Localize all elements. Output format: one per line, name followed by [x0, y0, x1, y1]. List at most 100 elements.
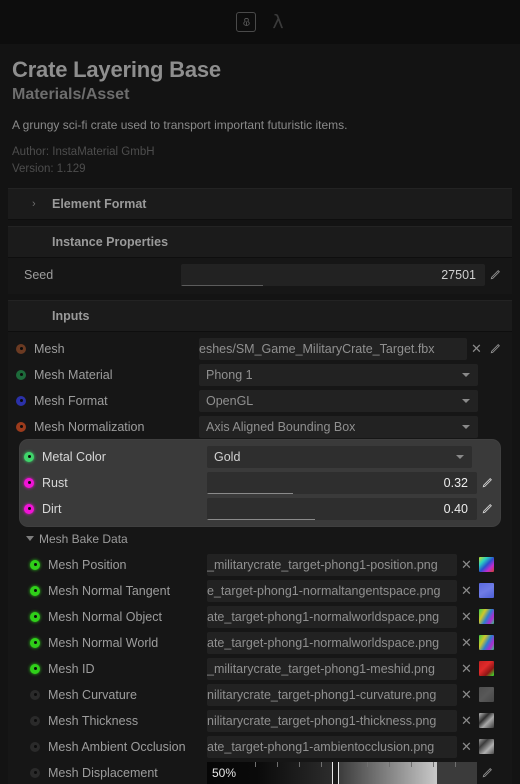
dirt-slider-fill: [207, 519, 315, 520]
rust-slider-field[interactable]: 0.32: [207, 472, 477, 494]
row-label-mesh-material: Mesh Material: [34, 368, 199, 382]
property-row-mesh-id: Mesh ID _militarycrate_target-phong1-mes…: [16, 656, 504, 682]
section-instance-properties[interactable]: ⱟ Instance Properties: [8, 226, 512, 258]
mesh-format-dropdown[interactable]: OpenGL: [199, 390, 478, 412]
chevron-down-icon: [456, 455, 464, 459]
gradient-ticks: [207, 762, 477, 767]
socket-dot-rust[interactable]: [24, 478, 34, 488]
socket-dot-mesh-curvature[interactable]: [30, 690, 40, 700]
socket-dot-dirt[interactable]: [24, 504, 34, 514]
socket-dot-mesh-displacement[interactable]: [30, 768, 40, 778]
property-row-dirt: Dirt 0.40: [20, 496, 500, 522]
chevron-down-icon: [462, 399, 470, 403]
socket-dot-mesh-normal-tangent[interactable]: [30, 586, 40, 596]
mesh-ao-row-actions: ✕: [461, 739, 504, 754]
gradient-handle[interactable]: [332, 762, 339, 784]
clear-icon[interactable]: ✕: [461, 688, 472, 701]
highlighted-property-group: Metal Color Gold Rust 0.32 Dirt 0.40: [20, 440, 500, 526]
property-row-mesh-displacement: Mesh Displacement 50%: [16, 760, 504, 784]
socket-dot-mesh-ambient-occlusion[interactable]: [30, 742, 40, 752]
normal-world-thumbnail[interactable]: [479, 635, 494, 650]
thickness-thumbnail[interactable]: [479, 713, 494, 728]
mesh-path-field[interactable]: eshes/SM_Game_MilitaryCrate_Target.fbx: [199, 338, 467, 360]
section-element-format[interactable]: › Element Format: [8, 188, 512, 220]
curvature-thumbnail[interactable]: [479, 687, 494, 702]
socket-dot-mesh-thickness[interactable]: [30, 716, 40, 726]
mesh-id-path-field[interactable]: _militarycrate_target-phong1-meshid.png: [207, 658, 457, 680]
lambda-icon[interactable]: λ: [272, 13, 283, 32]
mesh-position-path-field[interactable]: _militarycrate_target-phong1-position.pn…: [207, 554, 457, 576]
mesh-thickness-value: nilitarycrate_target-phong1-thickness.pn…: [207, 714, 457, 728]
mesh-format-value: OpenGL: [199, 394, 253, 408]
clear-icon[interactable]: ✕: [461, 558, 472, 571]
metal-color-dropdown[interactable]: Gold: [207, 446, 472, 468]
rust-slider-fill: [207, 493, 293, 494]
socket-dot-mesh-normal-world[interactable]: [30, 638, 40, 648]
mesh-id-row-actions: ✕: [461, 661, 504, 676]
row-label-dirt: Dirt: [42, 502, 207, 516]
page-title: Crate Layering Base: [12, 58, 508, 83]
position-thumbnail[interactable]: [479, 557, 494, 572]
property-row-rust: Rust 0.32: [20, 470, 500, 496]
asset-logo-icon[interactable]: [236, 12, 256, 32]
row-label-mesh-thickness: Mesh Thickness: [48, 714, 207, 728]
property-row-mesh-position: Mesh Position _militarycrate_target-phon…: [16, 552, 504, 578]
mesh-normal-tangent-path-field[interactable]: e_target-phong1-normaltangentspace.png: [207, 580, 457, 602]
socket-dot-mesh-material[interactable]: [16, 370, 26, 380]
clear-icon[interactable]: ✕: [461, 662, 472, 675]
mesh-thickness-path-field[interactable]: nilitarycrate_target-phong1-thickness.pn…: [207, 710, 457, 732]
normal-object-thumbnail[interactable]: [479, 609, 494, 624]
clear-icon[interactable]: ✕: [461, 740, 472, 753]
mesh-ao-path-field[interactable]: ate_target-phong1-ambientocclusion.png: [207, 736, 457, 758]
chevron-down-icon: [462, 425, 470, 429]
edit-pencil-icon[interactable]: [489, 342, 502, 355]
mesh-normal-world-row-actions: ✕: [461, 635, 504, 650]
edit-pencil-icon[interactable]: [489, 268, 502, 281]
mesh-normal-world-value: ate_target-phong1-normalworldspace.png: [207, 636, 457, 650]
socket-dot-mesh[interactable]: [16, 344, 26, 354]
edit-pencil-icon[interactable]: [481, 502, 494, 515]
rust-value: 0.32: [444, 476, 477, 490]
socket-dot-mesh-id[interactable]: [30, 664, 40, 674]
mesh-path-value: eshes/SM_Game_MilitaryCrate_Target.fbx: [199, 342, 467, 356]
subgroup-mesh-bake-data[interactable]: Mesh Bake Data: [16, 528, 504, 550]
mesh-displacement-gradient-slider[interactable]: 50%: [207, 762, 477, 784]
seed-slider-field[interactable]: 27501: [181, 264, 485, 286]
seed-value: 27501: [441, 268, 485, 282]
mesh-material-dropdown[interactable]: Phong 1: [199, 364, 478, 386]
property-row-metal-color: Metal Color Gold: [20, 444, 500, 470]
socket-dot-mesh-normal-object[interactable]: [30, 612, 40, 622]
section-inputs[interactable]: ⱟ Inputs: [8, 300, 512, 332]
meshid-thumbnail[interactable]: [479, 661, 494, 676]
row-label-mesh-position: Mesh Position: [48, 558, 207, 572]
metal-color-value: Gold: [207, 450, 240, 464]
socket-dot-mesh-format[interactable]: [16, 396, 26, 406]
clear-icon[interactable]: ✕: [461, 714, 472, 727]
row-label-mesh-curvature: Mesh Curvature: [48, 688, 207, 702]
dirt-slider-field[interactable]: 0.40: [207, 498, 477, 520]
row-label-mesh-id: Mesh ID: [48, 662, 207, 676]
mesh-curvature-value: nilitarycrate_target-phong1-curvature.pn…: [207, 688, 457, 702]
clear-icon[interactable]: ✕: [461, 584, 472, 597]
row-label-mesh-normal-tangent: Mesh Normal Tangent: [48, 584, 207, 598]
clear-icon[interactable]: ✕: [461, 636, 472, 649]
mesh-normal-world-path-field[interactable]: ate_target-phong1-normalworldspace.png: [207, 632, 457, 654]
mesh-normalization-dropdown[interactable]: Axis Aligned Bounding Box: [199, 416, 478, 438]
socket-dot-mesh-position[interactable]: [30, 560, 40, 570]
edit-pencil-icon[interactable]: [481, 476, 494, 489]
clear-icon[interactable]: ✕: [471, 342, 482, 355]
socket-dot-metal-color[interactable]: [24, 452, 34, 462]
clear-icon[interactable]: ✕: [461, 610, 472, 623]
mesh-normal-object-path-field[interactable]: ate_target-phong1-normalworldspace.png: [207, 606, 457, 628]
property-row-mesh-ambient-occlusion: Mesh Ambient Occlusion ate_target-phong1…: [16, 734, 504, 760]
mesh-ao-value: ate_target-phong1-ambientocclusion.png: [207, 740, 457, 754]
ao-thumbnail[interactable]: [479, 739, 494, 754]
edit-pencil-icon[interactable]: [481, 766, 494, 779]
mesh-curvature-row-actions: ✕: [461, 687, 504, 702]
row-label-metal-color: Metal Color: [42, 450, 207, 464]
top-icon-bar: λ: [0, 0, 520, 44]
socket-dot-mesh-normalization[interactable]: [16, 422, 26, 432]
normal-tangent-thumbnail[interactable]: [479, 583, 494, 598]
mesh-curvature-path-field[interactable]: nilitarycrate_target-phong1-curvature.pn…: [207, 684, 457, 706]
mesh-normal-object-row-actions: ✕: [461, 609, 504, 624]
